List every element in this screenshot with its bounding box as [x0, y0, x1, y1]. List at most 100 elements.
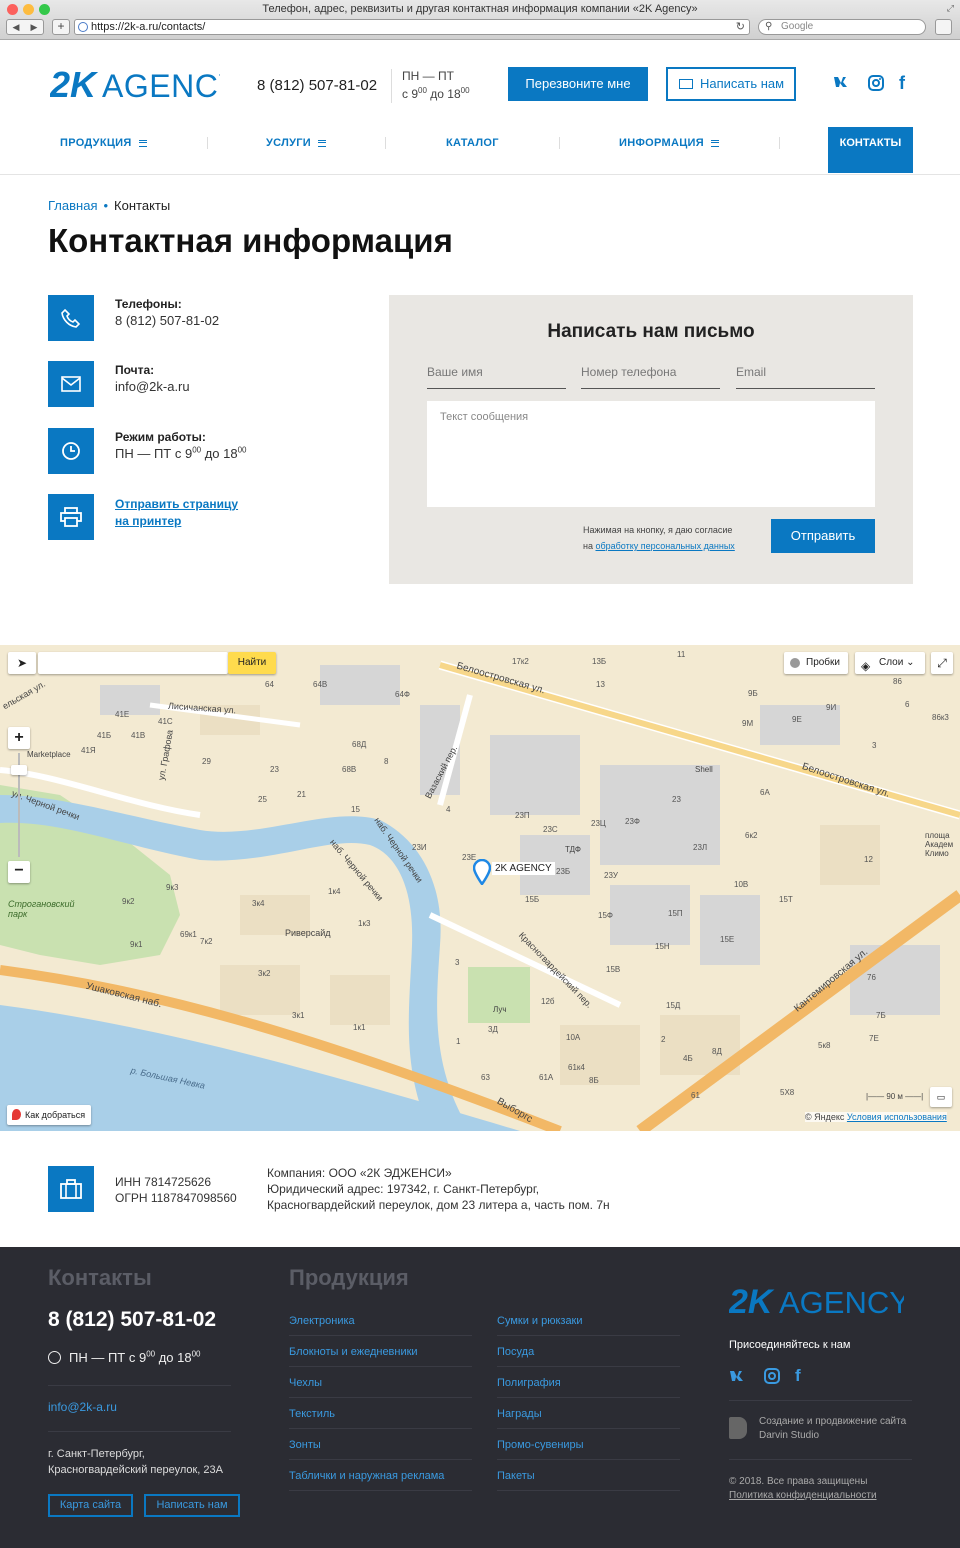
personal-data-link[interactable]: обработку персональных данных: [595, 541, 734, 551]
globe-icon: [78, 22, 88, 32]
footer-product-link[interactable]: Текстиль: [289, 1408, 472, 1429]
footer-product-link[interactable]: Зонты: [289, 1439, 472, 1460]
footer-product-link[interactable]: Блокноты и ежедневники: [289, 1346, 472, 1367]
printer-icon[interactable]: [48, 494, 94, 540]
footer-phone[interactable]: 8 (812) 507-81-02: [48, 1308, 216, 1332]
message-field[interactable]: Текст сообщения: [427, 401, 875, 507]
site-header: 2K AGENCY 8 (812) 507-81-02 ПН — ПТ с 90…: [0, 41, 960, 175]
facebook-icon[interactable]: f: [899, 73, 905, 94]
footer-product-link[interactable]: Посуда: [497, 1346, 680, 1367]
zoom-handle[interactable]: [11, 765, 27, 775]
footer-product-link[interactable]: Полиграфия: [497, 1377, 680, 1398]
legal-company: Компания: ООО «2К ЭДЖЕНСИ» Юридический а…: [267, 1166, 610, 1212]
history-buttons[interactable]: ◀ ▶: [6, 19, 44, 35]
footer-products-title: Продукция: [289, 1265, 409, 1290]
address-bar[interactable]: https://2k-a.ru/contacts/ ↻: [74, 19, 750, 35]
hours-label: Режим работы:: [115, 430, 206, 444]
back-icon[interactable]: ◀: [7, 20, 25, 34]
footer-divider: [48, 1385, 231, 1386]
phones-value[interactable]: 8 (812) 507-81-02: [115, 313, 219, 328]
write-us-button[interactable]: Написать нам: [666, 67, 796, 101]
reload-icon[interactable]: ↻: [736, 20, 745, 34]
print-page-link[interactable]: Отправить страницу на принтер: [115, 496, 238, 530]
footer-write-button[interactable]: Написать нам: [144, 1494, 240, 1517]
footer-divider: [729, 1400, 912, 1401]
phone-field[interactable]: Номер телефона: [581, 357, 720, 389]
map-marker-icon[interactable]: [473, 859, 491, 885]
contact-form: Написать нам письмо Ваше имя Номер телеф…: [389, 295, 913, 584]
privacy-policy-link[interactable]: Политика конфиденциальности: [729, 1490, 877, 1501]
vk-icon[interactable]: [729, 1369, 751, 1387]
zoom-in-button[interactable]: +: [8, 727, 30, 749]
map-search-input[interactable]: [38, 652, 228, 674]
map-building-number: 41Я: [81, 746, 96, 755]
footer-logo[interactable]: 2K AGENCY: [728, 1279, 910, 1326]
footer-product-link[interactable]: Награды: [497, 1408, 680, 1429]
map-building-number: 3к1: [292, 1011, 305, 1020]
map-building-number: 61: [691, 1091, 700, 1100]
footer-product-link[interactable]: Таблички и наружная реклама: [289, 1470, 472, 1491]
darvin-studio-icon[interactable]: [729, 1417, 747, 1439]
svg-text:2K: 2K: [50, 64, 99, 105]
pin-icon: [12, 1109, 21, 1120]
footer-product-link[interactable]: Электроника: [289, 1315, 472, 1336]
footer-product-link[interactable]: Сумки и рюкзаки: [497, 1315, 680, 1336]
nav-services[interactable]: УСЛУГИ: [266, 137, 327, 149]
nav-products[interactable]: ПРОДУКЦИЯ: [60, 137, 147, 149]
footer-email[interactable]: info@2k-a.ru: [48, 1400, 117, 1414]
layers-button[interactable]: ◈ Слои ⌄: [855, 652, 925, 674]
email-field[interactable]: Email: [736, 357, 875, 389]
downloads-button[interactable]: [935, 19, 952, 35]
map-building-number: 8: [384, 757, 389, 766]
sitemap-button[interactable]: Карта сайта: [48, 1494, 133, 1517]
map-building-number: 10А: [566, 1033, 581, 1042]
nav-contacts[interactable]: КОНТАКТЫ: [828, 127, 913, 173]
facebook-icon[interactable]: f: [795, 1366, 801, 1386]
vk-icon[interactable]: [833, 75, 855, 94]
map-scale: |—— 90 м ——|: [866, 1092, 924, 1101]
instagram-icon[interactable]: [868, 75, 884, 96]
footer-address: г. Санкт-Петербург, Красногвардейский пе…: [48, 1448, 223, 1476]
map[interactable]: Белоостровская ул. Белоостровская ул. Ли…: [0, 645, 960, 1131]
map-building-number: 7Б: [876, 1011, 886, 1020]
ruler-icon[interactable]: ▭: [930, 1087, 952, 1107]
footer-product-link[interactable]: Чехлы: [289, 1377, 472, 1398]
svg-text:2K: 2K: [729, 1283, 775, 1321]
breadcrumb-home[interactable]: Главная: [48, 198, 97, 213]
fullscreen-icon[interactable]: ⤢: [947, 3, 954, 14]
map-building-number: 13Б: [592, 657, 607, 666]
traffic-button[interactable]: Пробки: [784, 652, 848, 674]
new-tab-button[interactable]: +: [52, 19, 70, 35]
form-title: Написать нам письмо: [547, 321, 755, 342]
nav-information[interactable]: ИНФОРМАЦИЯ: [619, 137, 719, 149]
route-button[interactable]: Как добраться: [7, 1105, 91, 1125]
nav-catalog[interactable]: КАТАЛОГ: [446, 137, 499, 149]
footer-product-link[interactable]: Пакеты: [497, 1470, 680, 1491]
footer-product-link[interactable]: Промо-сувениры: [497, 1439, 680, 1460]
map-building-number: 7Е: [869, 1034, 879, 1043]
svg-text:AGENCY: AGENCY: [102, 68, 220, 104]
site-footer: Контакты 8 (812) 507-81-02 ПН — ПТ с 900…: [0, 1247, 960, 1548]
browser-search-input[interactable]: ⚲ Google: [758, 19, 926, 35]
mail-value[interactable]: info@2k-a.ru: [115, 379, 190, 394]
studio-credit[interactable]: Создание и продвижение сайта Darvin Stud…: [759, 1415, 906, 1443]
map-building-number: 9к3: [166, 883, 179, 892]
fullscreen-icon[interactable]: ⤢: [931, 652, 953, 674]
geolocation-icon[interactable]: ➤: [8, 652, 36, 674]
map-terms-link[interactable]: Условия использования: [847, 1112, 947, 1122]
site-logo[interactable]: 2K AGENCY: [49, 61, 240, 107]
map-search-button[interactable]: Найти: [228, 652, 276, 674]
map-building-number: 1к1: [353, 1023, 366, 1032]
name-field[interactable]: Ваше имя: [427, 357, 566, 389]
callback-button[interactable]: Перезвоните мне: [508, 67, 648, 101]
menu-icon: [710, 139, 719, 147]
contact-mail: Почта: info@2k-a.ru: [48, 361, 368, 407]
zoom-out-button[interactable]: −: [8, 861, 30, 883]
instagram-icon[interactable]: [764, 1368, 780, 1388]
forward-icon[interactable]: ▶: [25, 20, 43, 34]
header-phone[interactable]: 8 (812) 507-81-02: [257, 77, 377, 94]
submit-button[interactable]: Отправить: [771, 519, 875, 553]
map-canvas[interactable]: [0, 645, 960, 1131]
mail-label: Почта:: [115, 363, 155, 377]
phone-icon: [48, 295, 94, 341]
